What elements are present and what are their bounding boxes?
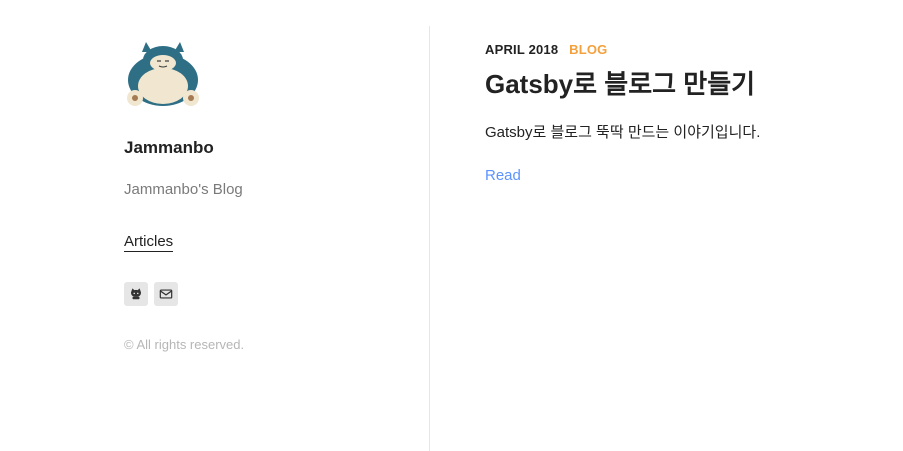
sidebar-divider xyxy=(429,26,430,451)
author-name: Jammanbo xyxy=(124,138,214,157)
github-icon xyxy=(131,288,141,300)
avatar[interactable] xyxy=(124,40,202,108)
read-link[interactable]: Read xyxy=(485,167,521,184)
email-icon xyxy=(159,289,173,299)
post-description: Gatsby로 블로그 뚝딱 만드는 이야기입니다. xyxy=(485,124,761,141)
contacts xyxy=(124,282,178,306)
post-category[interactable]: BLOG xyxy=(569,42,607,57)
avatar-image xyxy=(127,42,199,106)
menu-item-articles[interactable]: Articles xyxy=(124,233,174,252)
copyright: © All rights reserved. xyxy=(124,337,245,352)
page: Jammanbo Jammanbo's Blog Articles © All … xyxy=(0,0,903,451)
author-subtitle: Jammanbo's Blog xyxy=(124,181,243,198)
post-date: APRIL 2018 xyxy=(485,42,559,57)
sidebar: Jammanbo Jammanbo's Blog Articles © All … xyxy=(0,0,430,451)
post-title[interactable]: Gatsby로 블로그 만들기 xyxy=(485,64,755,101)
post-meta: APRIL 2018 BLOG xyxy=(485,42,607,57)
github-button[interactable] xyxy=(124,282,148,306)
email-button[interactable] xyxy=(154,282,178,306)
